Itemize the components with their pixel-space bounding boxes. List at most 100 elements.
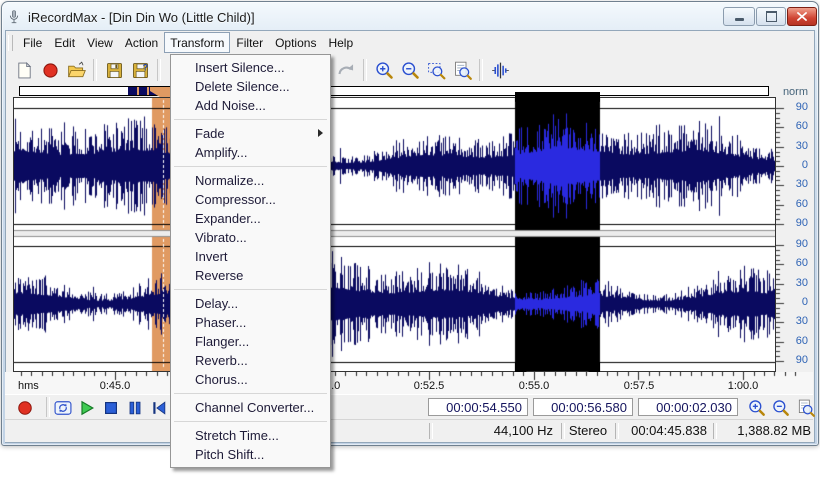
minimize-icon <box>735 18 744 21</box>
scale-value-label: 30 <box>782 315 808 328</box>
close-icon <box>797 12 807 21</box>
toolbar-zoom-group <box>334 57 512 83</box>
menu-item-channel-converter[interactable]: Channel Converter... <box>171 398 330 417</box>
new-document-icon <box>14 60 35 81</box>
menu-separator <box>174 119 327 120</box>
zoom-in-icon <box>374 60 395 81</box>
zoom-selection-icon <box>426 60 447 81</box>
level-meter-button[interactable] <box>488 58 512 82</box>
title-bar: iRecordMax - [Din Din Wo (Little Child)] <box>6 6 812 28</box>
status-separator <box>429 423 433 439</box>
new-document-button[interactable] <box>12 58 36 82</box>
overview-marker-tick <box>137 87 139 95</box>
ruler-time-label: 0:45.0 <box>100 380 131 392</box>
scale-value-label: 90 <box>782 354 808 367</box>
menubar-item-edit[interactable]: Edit <box>48 32 81 53</box>
record-button[interactable] <box>14 397 36 419</box>
menu-item-phaser[interactable]: Phaser... <box>171 313 330 332</box>
menubar-item-filter[interactable]: Filter <box>230 32 269 53</box>
overview-marker-tick <box>147 87 149 95</box>
minimize-button[interactable] <box>723 7 755 26</box>
menubar-item-transform[interactable]: Transform <box>164 32 230 53</box>
ruler-ticks <box>14 372 806 381</box>
maximize-button[interactable] <box>756 7 786 26</box>
menubar-item-options[interactable]: Options <box>269 32 322 53</box>
stop-button[interactable] <box>100 397 122 419</box>
ruler-time-label: 0:55.0 <box>519 380 550 392</box>
menubar-item-file[interactable]: File <box>17 32 48 53</box>
time-ruler[interactable]: hms 0:45.00:47.50:50.00:52.50:55.00:57.5… <box>5 372 813 395</box>
toolbar-file-group: ? <box>12 57 190 83</box>
selection-length-display: 00:00:02.030 <box>638 398 738 416</box>
menu-separator <box>174 393 327 394</box>
menubar-item-view[interactable]: View <box>81 32 119 53</box>
maximize-icon <box>766 11 777 22</box>
app-icon-microphone <box>6 9 22 25</box>
toolbar-separator <box>479 59 483 81</box>
menu-item-invert[interactable]: Invert <box>171 247 330 266</box>
menubar-item-help[interactable]: Help <box>322 32 359 53</box>
menu-item-chorus[interactable]: Chorus... <box>171 370 330 389</box>
save-button[interactable] <box>102 58 126 82</box>
menu-bar: FileEditViewActionTransformFilterOptions… <box>8 32 359 53</box>
menubar-grip <box>8 35 13 51</box>
menu-item-delay[interactable]: Delay... <box>171 294 330 313</box>
zoom-in-button[interactable] <box>372 58 396 82</box>
menu-item-insert-silence[interactable]: Insert Silence... <box>171 58 330 77</box>
status-file-size: 1,388.82 MB <box>703 423 811 439</box>
menu-item-stretch-time[interactable]: Stretch Time... <box>171 426 330 445</box>
scale-value-label: 60 <box>782 257 808 270</box>
menu-separator <box>174 166 327 167</box>
pause-button[interactable] <box>124 397 146 419</box>
menubar-item-action[interactable]: Action <box>119 32 164 53</box>
save-as-button[interactable]: ? <box>128 58 152 82</box>
menu-item-amplify[interactable]: Amplify... <box>171 143 330 162</box>
ruler-unit-label: hms <box>18 380 39 392</box>
record-button[interactable] <box>38 58 62 82</box>
selection-end-display: 00:00:56.580 <box>533 398 633 416</box>
play-button[interactable] <box>76 397 98 419</box>
transport-zoom-all-button[interactable] <box>795 397 817 419</box>
redo-icon <box>336 60 357 81</box>
transport-zoom-out-button[interactable] <box>770 397 792 419</box>
menu-item-reverb[interactable]: Reverb... <box>171 351 330 370</box>
waveform-display[interactable] <box>14 98 775 371</box>
redo-button[interactable] <box>334 58 358 82</box>
menu-item-delete-silence[interactable]: Delete Silence... <box>171 77 330 96</box>
scale-value-label: 30 <box>782 140 808 153</box>
menu-item-fade[interactable]: Fade <box>171 124 330 143</box>
zoom-selection-button[interactable] <box>424 58 448 82</box>
scale-value-label: 60 <box>782 335 808 348</box>
toolbar-separator <box>157 59 161 81</box>
transport-zoom-in-button[interactable] <box>746 397 768 419</box>
menu-item-flanger[interactable]: Flanger... <box>171 332 330 351</box>
menu-item-vibrato[interactable]: Vibrato... <box>171 228 330 247</box>
open-folder-icon <box>66 60 87 81</box>
scale-value-label: 60 <box>782 198 808 211</box>
close-button[interactable] <box>787 7 817 26</box>
skip-start-button[interactable] <box>148 397 170 419</box>
menu-item-expander[interactable]: Expander... <box>171 209 330 228</box>
zoom-out-button[interactable] <box>398 58 422 82</box>
open-folder-button[interactable] <box>64 58 88 82</box>
status-total-time: 00:04:45.838 <box>603 423 707 439</box>
zoom-all-icon <box>452 60 473 81</box>
zoom-all-button[interactable] <box>450 58 474 82</box>
menu-item-normalize[interactable]: Normalize... <box>171 171 330 190</box>
scale-value-label: 90 <box>782 238 808 251</box>
transport-bar: 00:00:54.55000:00:56.58000:00:02.030 <box>5 394 813 420</box>
status-sample-rate: 44,100 Hz <box>437 423 553 439</box>
selection-header-bar[interactable] <box>515 92 600 99</box>
status-bar: 44,100 Hz Stereo 00:04:45.838 1,388.82 M… <box>5 419 813 442</box>
loop-button[interactable] <box>52 397 74 419</box>
zoom-out-icon <box>400 60 421 81</box>
window-title: iRecordMax - [Din Din Wo (Little Child)] <box>28 10 255 25</box>
menu-item-pitch-shift[interactable]: Pitch Shift... <box>171 445 330 464</box>
menu-item-compressor[interactable]: Compressor... <box>171 190 330 209</box>
transport-separator <box>46 397 50 417</box>
overview-bar[interactable] <box>19 86 769 96</box>
menu-item-reverse[interactable]: Reverse <box>171 266 330 285</box>
menu-separator <box>174 421 327 422</box>
scale-value-label: 0 <box>782 296 808 309</box>
menu-item-add-noise[interactable]: Add Noise... <box>171 96 330 115</box>
